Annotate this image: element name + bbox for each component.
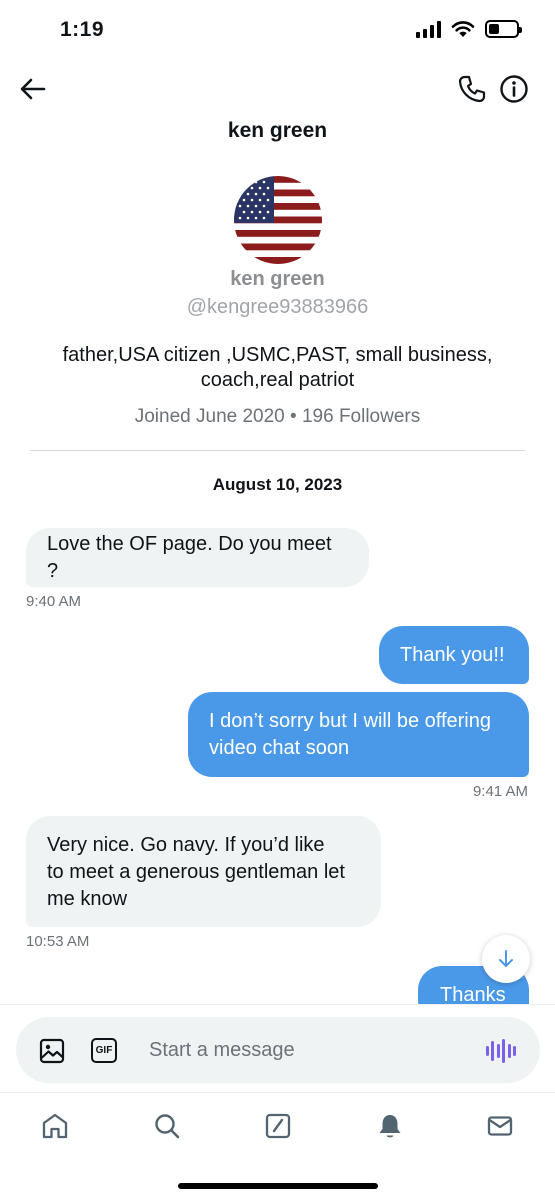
wifi-icon bbox=[451, 21, 475, 37]
conversation-title: ken green bbox=[227, 119, 328, 142]
status-bar: 1:19 bbox=[0, 0, 555, 62]
message-input[interactable] bbox=[149, 1034, 469, 1066]
message-text-line: Very nice. Go navy. If you’d like bbox=[47, 834, 325, 856]
message-timestamp: 9:40 AM bbox=[26, 593, 82, 610]
call-button[interactable] bbox=[456, 73, 488, 105]
profile-meta: Joined June 2020 • 196 Followers bbox=[134, 406, 421, 427]
back-button[interactable] bbox=[16, 74, 50, 104]
date-separator: August 10, 2023 bbox=[212, 475, 343, 494]
profile-handle[interactable]: @kengree93883966 bbox=[0, 296, 555, 319]
divider bbox=[30, 450, 525, 451]
american-flag-avatar-icon bbox=[234, 176, 322, 264]
arrow-left-icon bbox=[20, 78, 46, 100]
arrow-down-icon bbox=[499, 950, 513, 967]
tab-compose[interactable] bbox=[261, 1109, 295, 1143]
add-image-button[interactable] bbox=[38, 1037, 66, 1065]
scroll-to-bottom-button[interactable] bbox=[482, 935, 530, 983]
status-icons bbox=[416, 20, 522, 38]
composer-area: GIF bbox=[0, 1004, 555, 1092]
image-icon bbox=[39, 1038, 65, 1064]
tab-search[interactable] bbox=[150, 1109, 184, 1143]
message-text-line: I don’t sorry but I will be offering bbox=[209, 710, 491, 732]
profile-bio-line: coach,real patriot bbox=[200, 369, 355, 391]
status-time: 1:19 bbox=[60, 18, 105, 41]
message-text: Love the OF page. Do you meet ? bbox=[47, 532, 332, 582]
battery-icon bbox=[485, 20, 522, 38]
profile-name[interactable]: ken green bbox=[0, 268, 555, 291]
voice-waveform-icon bbox=[486, 1046, 489, 1056]
profile-bio-line: father,USA citizen ,USMC,PAST, small bus… bbox=[62, 344, 493, 366]
cellular-signal-icon bbox=[416, 20, 441, 38]
home-indicator bbox=[178, 1183, 378, 1189]
gif-button[interactable]: GIF bbox=[91, 1038, 117, 1063]
home-icon bbox=[42, 1113, 68, 1139]
tab-notifications[interactable] bbox=[373, 1109, 407, 1143]
tab-messages[interactable] bbox=[483, 1109, 517, 1143]
bell-icon bbox=[379, 1115, 401, 1138]
message-text-line: video chat soon bbox=[209, 737, 350, 759]
mail-icon bbox=[487, 1116, 513, 1136]
message-composer: GIF bbox=[16, 1017, 540, 1083]
message-timestamp: 9:41 AM bbox=[472, 783, 528, 800]
message-text: Thanks bbox=[440, 984, 506, 1006]
profile-bio: father,USA citizen ,USMC,PAST, small bus… bbox=[40, 343, 515, 393]
outgoing-message[interactable]: Thank you!! bbox=[379, 626, 529, 684]
message-text-line: me know bbox=[47, 888, 128, 910]
tab-home[interactable] bbox=[38, 1109, 72, 1143]
phone-icon bbox=[458, 75, 486, 103]
message-timestamp: 10:53 AM bbox=[26, 933, 90, 950]
incoming-message[interactable]: Love the OF page. Do you meet ? bbox=[26, 528, 369, 587]
info-icon bbox=[500, 75, 528, 103]
search-icon bbox=[155, 1114, 180, 1139]
message-text-line: to meet a generous gentleman let bbox=[47, 861, 345, 883]
outgoing-message[interactable]: I don’t sorry but I will be offering vid… bbox=[188, 692, 529, 777]
incoming-message[interactable]: Very nice. Go navy. If you’d like to mee… bbox=[26, 816, 381, 927]
info-button[interactable] bbox=[498, 73, 530, 105]
avatar[interactable] bbox=[234, 176, 322, 264]
compose-icon bbox=[265, 1113, 291, 1139]
message-text: Thank you!! bbox=[400, 643, 505, 666]
voice-message-button[interactable] bbox=[486, 1037, 516, 1065]
